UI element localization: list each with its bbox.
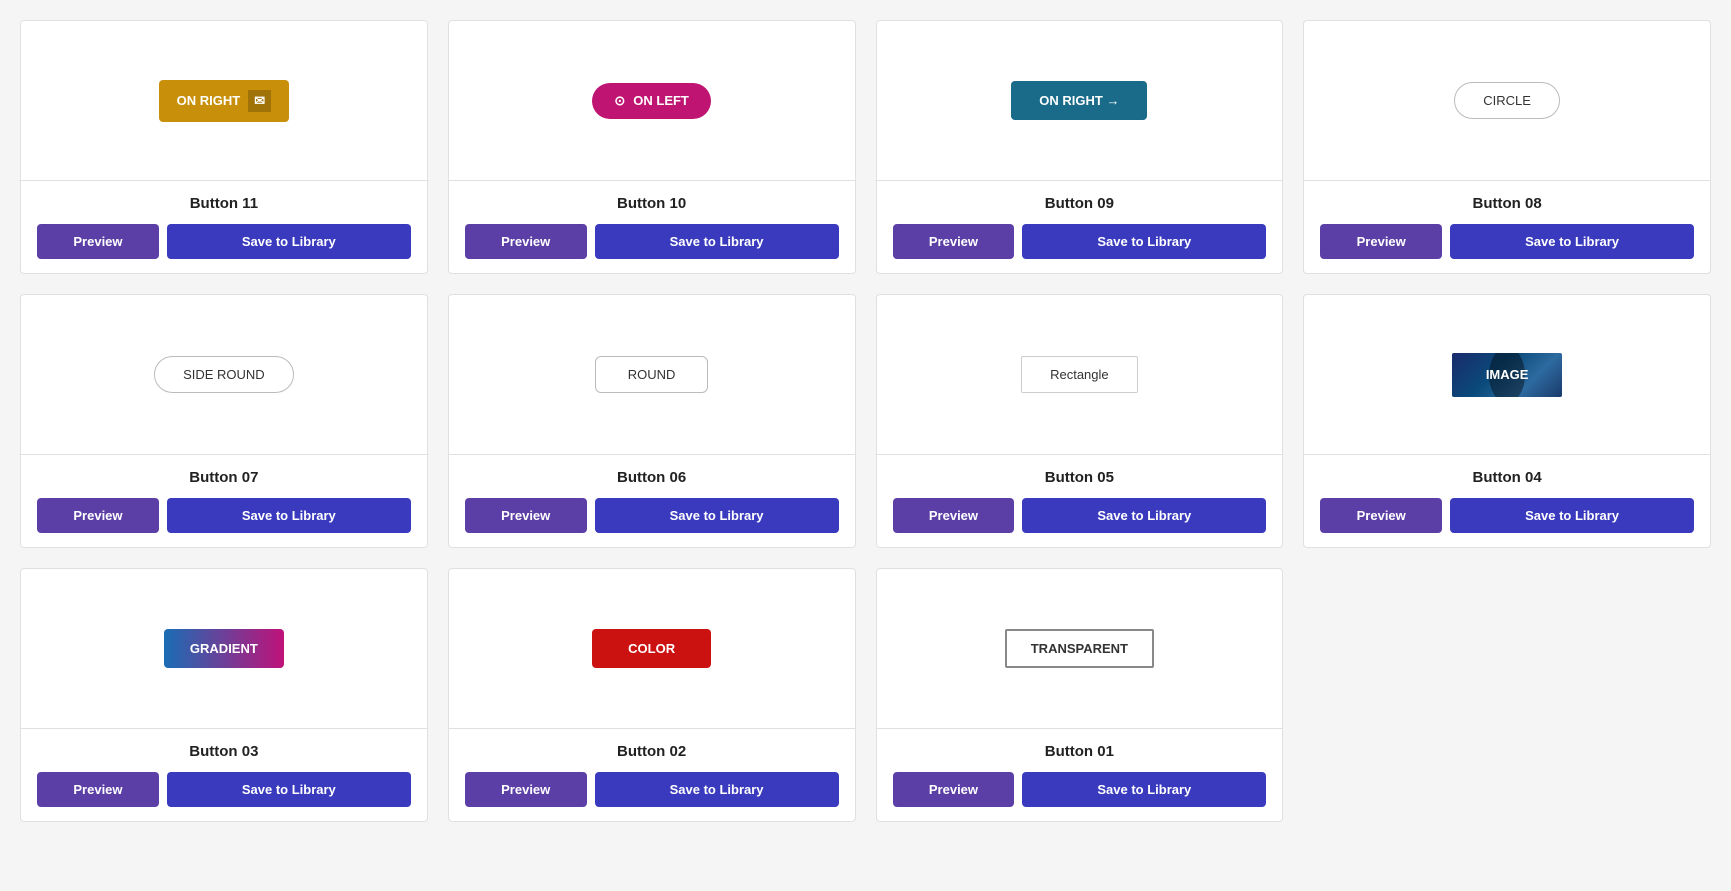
card-actions-btn03: Preview Save to Library bbox=[37, 772, 411, 807]
save-button-btn11[interactable]: Save to Library bbox=[167, 224, 411, 259]
preview-button-btn02[interactable]: Preview bbox=[465, 772, 587, 807]
on-right-arrow-label: ON RIGHT → bbox=[1039, 93, 1119, 108]
image-label: IMAGE bbox=[1486, 367, 1529, 382]
card-preview-btn07: SIDE ROUND bbox=[21, 295, 427, 455]
preview-button-btn08[interactable]: Preview bbox=[1320, 224, 1442, 259]
card-footer-btn01: Button 01 Preview Save to Library bbox=[877, 729, 1283, 821]
card-footer-btn04: Button 04 Preview Save to Library bbox=[1304, 455, 1710, 547]
save-button-btn09[interactable]: Save to Library bbox=[1022, 224, 1266, 259]
email-icon: ✉ bbox=[248, 90, 271, 112]
preview-btn-side-round[interactable]: SIDE ROUND bbox=[154, 356, 294, 393]
card-title-btn05: Button 05 bbox=[893, 469, 1267, 486]
card-btn09: ON RIGHT → Button 09 Preview Save to Lib… bbox=[876, 20, 1284, 274]
preview-btn-image[interactable]: IMAGE bbox=[1452, 353, 1562, 397]
preview-btn-on-left[interactable]: ⊙ ON LEFT bbox=[592, 83, 711, 119]
preview-button-btn01[interactable]: Preview bbox=[893, 772, 1015, 807]
card-preview-btn04: IMAGE bbox=[1304, 295, 1710, 455]
card-footer-btn05: Button 05 Preview Save to Library bbox=[877, 455, 1283, 547]
card-title-btn01: Button 01 bbox=[893, 743, 1267, 760]
card-title-btn11: Button 11 bbox=[37, 195, 411, 212]
save-button-btn03[interactable]: Save to Library bbox=[167, 772, 411, 807]
image-bg: IMAGE bbox=[1452, 353, 1562, 397]
play-icon: ⊙ bbox=[614, 93, 625, 109]
preview-btn-gradient[interactable]: GRADIENT bbox=[164, 629, 284, 668]
save-button-btn04[interactable]: Save to Library bbox=[1450, 498, 1694, 533]
save-button-btn06[interactable]: Save to Library bbox=[595, 498, 839, 533]
preview-btn-on-right[interactable]: ON RIGHT ✉ bbox=[159, 80, 289, 122]
preview-button-btn10[interactable]: Preview bbox=[465, 224, 587, 259]
card-footer-btn03: Button 03 Preview Save to Library bbox=[21, 729, 427, 821]
preview-btn-on-right-arrow[interactable]: ON RIGHT → bbox=[1011, 81, 1147, 120]
card-preview-btn03: GRADIENT bbox=[21, 569, 427, 729]
card-btn01: TRANSPARENT Button 01 Preview Save to Li… bbox=[876, 568, 1284, 822]
card-actions-btn09: Preview Save to Library bbox=[893, 224, 1267, 259]
card-title-btn03: Button 03 bbox=[37, 743, 411, 760]
card-preview-btn08: CIRCLE bbox=[1304, 21, 1710, 181]
card-actions-btn02: Preview Save to Library bbox=[465, 772, 839, 807]
row-1: ON RIGHT ✉ Button 11 Preview Save to Lib… bbox=[20, 20, 1711, 274]
preview-btn-circle[interactable]: CIRCLE bbox=[1454, 82, 1560, 119]
card-btn05: Rectangle Button 05 Preview Save to Libr… bbox=[876, 294, 1284, 548]
save-button-btn10[interactable]: Save to Library bbox=[595, 224, 839, 259]
card-title-btn08: Button 08 bbox=[1320, 195, 1694, 212]
preview-button-btn06[interactable]: Preview bbox=[465, 498, 587, 533]
card-btn11: ON RIGHT ✉ Button 11 Preview Save to Lib… bbox=[20, 20, 428, 274]
card-title-btn07: Button 07 bbox=[37, 469, 411, 486]
preview-btn-round[interactable]: ROUND bbox=[595, 356, 709, 393]
save-button-btn07[interactable]: Save to Library bbox=[167, 498, 411, 533]
row-2: SIDE ROUND Button 07 Preview Save to Lib… bbox=[20, 294, 1711, 548]
card-btn03: GRADIENT Button 03 Preview Save to Libra… bbox=[20, 568, 428, 822]
card-preview-btn09: ON RIGHT → bbox=[877, 21, 1283, 181]
card-footer-btn07: Button 07 Preview Save to Library bbox=[21, 455, 427, 547]
card-btn08: CIRCLE Button 08 Preview Save to Library bbox=[1303, 20, 1711, 274]
card-preview-btn11: ON RIGHT ✉ bbox=[21, 21, 427, 181]
card-btn10: ⊙ ON LEFT Button 10 Preview Save to Libr… bbox=[448, 20, 856, 274]
card-footer-btn09: Button 09 Preview Save to Library bbox=[877, 181, 1283, 273]
card-btn07: SIDE ROUND Button 07 Preview Save to Lib… bbox=[20, 294, 428, 548]
card-preview-btn05: Rectangle bbox=[877, 295, 1283, 455]
card-actions-btn06: Preview Save to Library bbox=[465, 498, 839, 533]
card-footer-btn06: Button 06 Preview Save to Library bbox=[449, 455, 855, 547]
card-footer-btn11: Button 11 Preview Save to Library bbox=[21, 181, 427, 273]
card-preview-btn02: COLOR bbox=[449, 569, 855, 729]
card-footer-btn02: Button 02 Preview Save to Library bbox=[449, 729, 855, 821]
card-btn06: ROUND Button 06 Preview Save to Library bbox=[448, 294, 856, 548]
on-left-label: ON LEFT bbox=[633, 93, 689, 108]
preview-btn-color[interactable]: COLOR bbox=[592, 629, 711, 668]
card-preview-btn01: TRANSPARENT bbox=[877, 569, 1283, 729]
card-actions-btn07: Preview Save to Library bbox=[37, 498, 411, 533]
on-right-label: ON RIGHT bbox=[177, 93, 241, 108]
card-title-btn02: Button 02 bbox=[465, 743, 839, 760]
card-btn04: IMAGE Button 04 Preview Save to Library bbox=[1303, 294, 1711, 548]
preview-btn-transparent[interactable]: TRANSPARENT bbox=[1005, 629, 1154, 668]
preview-button-btn11[interactable]: Preview bbox=[37, 224, 159, 259]
preview-button-btn07[interactable]: Preview bbox=[37, 498, 159, 533]
card-title-btn10: Button 10 bbox=[465, 195, 839, 212]
card-actions-btn08: Preview Save to Library bbox=[1320, 224, 1694, 259]
card-title-btn04: Button 04 bbox=[1320, 469, 1694, 486]
card-title-btn09: Button 09 bbox=[893, 195, 1267, 212]
card-actions-btn11: Preview Save to Library bbox=[37, 224, 411, 259]
row-3: GRADIENT Button 03 Preview Save to Libra… bbox=[20, 568, 1711, 822]
card-preview-btn10: ⊙ ON LEFT bbox=[449, 21, 855, 181]
card-actions-btn04: Preview Save to Library bbox=[1320, 498, 1694, 533]
save-button-btn05[interactable]: Save to Library bbox=[1022, 498, 1266, 533]
card-preview-btn06: ROUND bbox=[449, 295, 855, 455]
card-actions-btn10: Preview Save to Library bbox=[465, 224, 839, 259]
save-button-btn02[interactable]: Save to Library bbox=[595, 772, 839, 807]
card-btn02: COLOR Button 02 Preview Save to Library bbox=[448, 568, 856, 822]
page-container: ON RIGHT ✉ Button 11 Preview Save to Lib… bbox=[20, 20, 1711, 822]
save-button-btn01[interactable]: Save to Library bbox=[1022, 772, 1266, 807]
card-footer-btn08: Button 08 Preview Save to Library bbox=[1304, 181, 1710, 273]
save-button-btn08[interactable]: Save to Library bbox=[1450, 224, 1694, 259]
card-footer-btn10: Button 10 Preview Save to Library bbox=[449, 181, 855, 273]
card-actions-btn01: Preview Save to Library bbox=[893, 772, 1267, 807]
preview-button-btn09[interactable]: Preview bbox=[893, 224, 1015, 259]
card-actions-btn05: Preview Save to Library bbox=[893, 498, 1267, 533]
card-title-btn06: Button 06 bbox=[465, 469, 839, 486]
preview-button-btn03[interactable]: Preview bbox=[37, 772, 159, 807]
preview-button-btn04[interactable]: Preview bbox=[1320, 498, 1442, 533]
preview-button-btn05[interactable]: Preview bbox=[893, 498, 1015, 533]
preview-btn-rectangle[interactable]: Rectangle bbox=[1021, 356, 1138, 393]
